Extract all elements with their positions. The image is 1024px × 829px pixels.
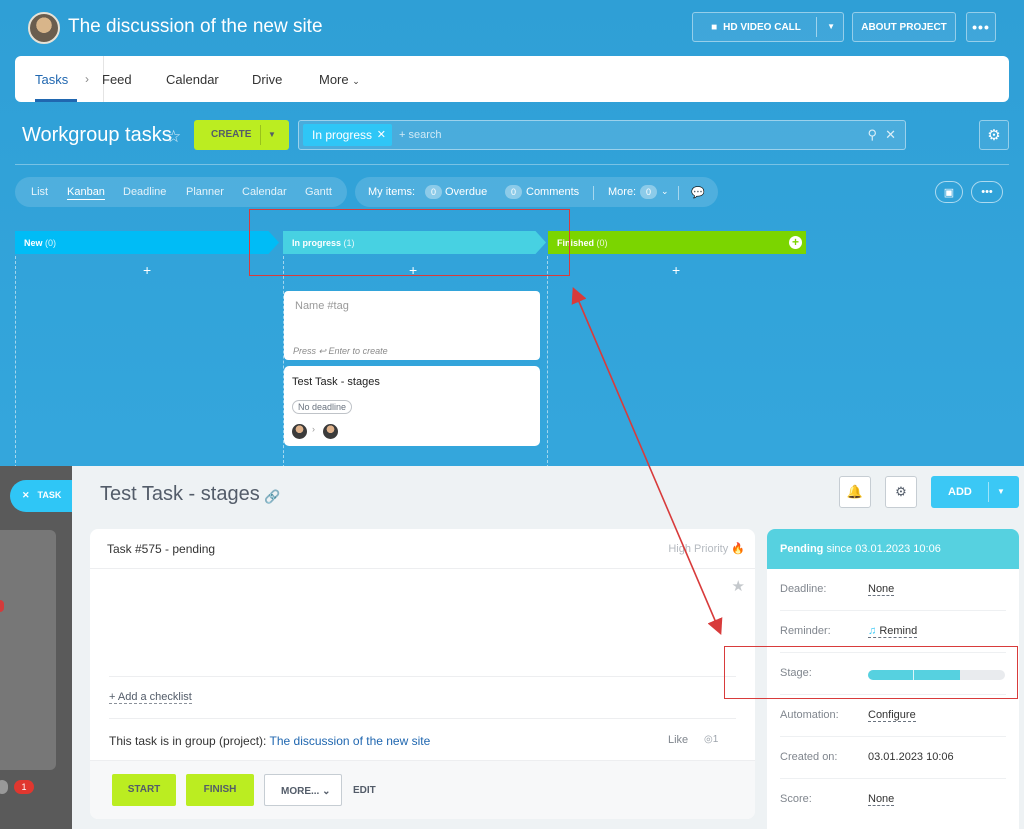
annotation-arrow	[571, 287, 723, 635]
